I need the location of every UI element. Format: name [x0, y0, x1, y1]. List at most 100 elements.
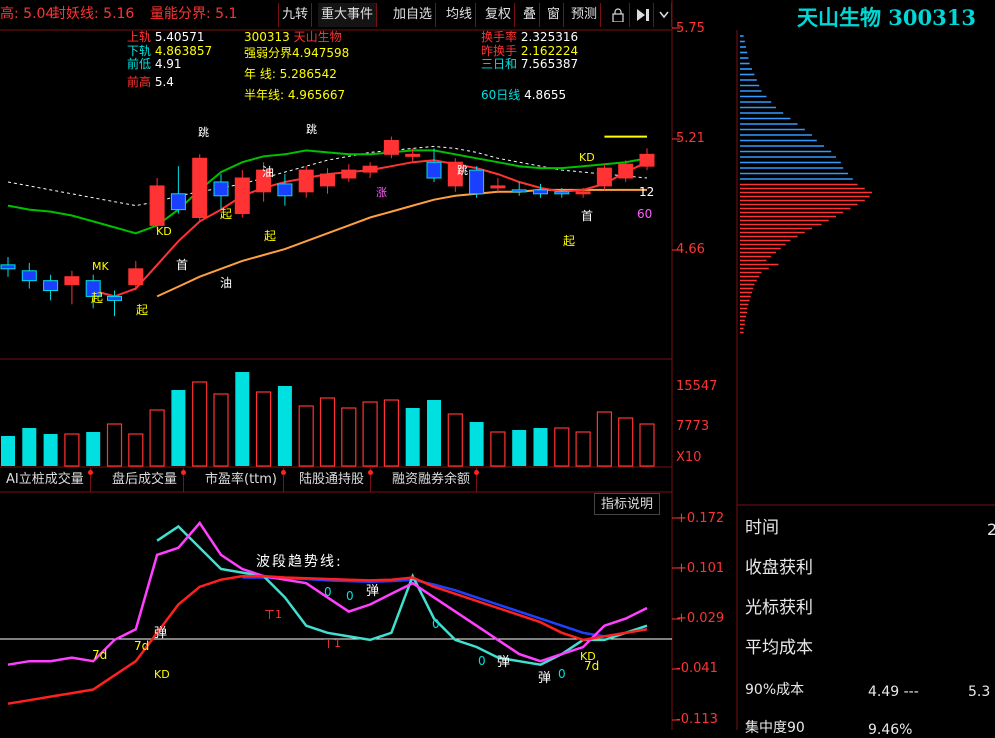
info-name: 天山生物 [293, 30, 342, 44]
tab-label: AI立桩成交量 [6, 472, 84, 487]
nav-forward-icon[interactable] [632, 3, 654, 27]
info-prev-low-label: 前低 [127, 57, 152, 71]
toolbar-button-rights[interactable]: 复权 [482, 3, 516, 27]
volume-bar [106, 423, 123, 467]
tab-after-hours-volume[interactable]: 盘后成交量 [106, 468, 187, 492]
candle-body [43, 280, 59, 292]
marker-you: 油 [220, 276, 233, 290]
volume-bar [533, 428, 548, 466]
rp-cursor-profit-label: 光标获利 [745, 598, 813, 618]
tab-dot-icon [281, 470, 287, 475]
indicator-cyan-line [156, 524, 648, 666]
indicator-marker-zero: 0 [478, 654, 486, 668]
rp-cost90-value: 4.49 --- [868, 684, 919, 700]
marker-shou: 首 [176, 258, 189, 272]
candle-body [128, 268, 144, 286]
info-lower-rail: 下轨 4.863857 [127, 44, 212, 58]
info-turnover-value: 2.325316 [520, 30, 579, 44]
marker-qi: 起 [264, 229, 277, 243]
volume-bar [639, 423, 655, 467]
candle-body [341, 169, 357, 179]
candle-body [64, 276, 80, 286]
volume-bar [490, 431, 506, 467]
tab-label: 市盈率(ttm) [205, 472, 278, 487]
volume-bar [1, 436, 15, 466]
high-price-label: 高: 5.04 [0, 6, 55, 22]
volume-bar [596, 411, 613, 467]
info-ma60-label: 60日线 [481, 88, 521, 102]
tab-ai-volume[interactable]: AI立桩成交量 [0, 468, 93, 492]
indicator-marker-zero: 0 [324, 585, 332, 599]
candle-body [575, 191, 591, 195]
tab-label: 融资融券余额 [392, 472, 471, 487]
chart-canvas [0, 0, 995, 730]
indicator-marker-7d: 7d [134, 639, 150, 653]
volume-bar [383, 399, 399, 467]
marker-sixty: 60 [637, 207, 653, 221]
indicator-axis-tick: -0.113 [676, 712, 718, 727]
toolbar-button-jiuzhuan[interactable]: 九转 [278, 3, 313, 27]
info-ma60-value: 4.8655 [524, 88, 567, 102]
rp-time-label: 时间 [745, 518, 779, 538]
chevron-down-icon[interactable] [656, 3, 672, 27]
toolbar-button-window[interactable]: 窗 [544, 3, 565, 27]
toolbar-button-overlay[interactable]: 叠 [520, 3, 541, 27]
rp-close-profit-label: 收盘获利 [745, 558, 813, 578]
candle-body [511, 189, 527, 193]
indicator-marker-zero: 0 [432, 617, 440, 631]
candle-body [21, 270, 37, 282]
lock-icon[interactable] [606, 3, 630, 27]
info-stock-code: 300313 天山生物 [244, 30, 342, 44]
volume-bar [213, 393, 229, 467]
volume-axis-tick: 7773 [676, 419, 710, 434]
rp-cost90-label: 90%成本 [745, 682, 805, 698]
toolbar-button-add-watchlist[interactable]: 加自选 [390, 3, 437, 27]
candle-body [277, 183, 293, 197]
rp-concentration-label: 集中度90 [745, 720, 805, 736]
marker-tiao: 跳 [198, 126, 209, 139]
info-prev-high-value: 5.4 [154, 75, 174, 89]
marker-twelve: 12 [639, 185, 655, 199]
volume-bar [149, 409, 165, 467]
indicator-help-button[interactable]: 指标说明 [594, 493, 661, 515]
info-upper-rail: 上轨 5.40571 [127, 30, 204, 44]
price-axis-tick: 5.75 [676, 21, 705, 36]
volume-bar [22, 428, 37, 466]
rp-time-value: 2 [987, 520, 995, 539]
candle-body [320, 173, 335, 187]
candle-body [383, 140, 399, 155]
info-three-day: 三日和 7.565387 [481, 57, 578, 71]
marker-qi: 起 [563, 234, 576, 248]
toolbar-button-ma[interactable]: 均线 [443, 3, 477, 27]
candle-body [0, 264, 16, 270]
info-prev-high: 前高 5.4 [127, 75, 174, 89]
indicator-marker-zero: 0 [558, 667, 566, 681]
marker-tiao: 跳 [306, 123, 317, 136]
candle-body [618, 163, 634, 179]
tab-margin-balance[interactable]: 融资融券余额 [386, 468, 480, 492]
tab-pe-ttm[interactable]: 市盈率(ttm) [199, 468, 287, 492]
info-half-year-line: 半年线: 4.965667 [244, 88, 346, 102]
candle-body [405, 153, 421, 157]
tab-northbound-holdings[interactable]: 陆股通持股 [293, 468, 374, 492]
indicator-marker-yi: ㄒ1 [323, 637, 341, 650]
indicator-marker-dan: 弹 [538, 671, 552, 686]
volume-bar [171, 390, 186, 466]
info-prev-turnover: 昨换手 2.162224 [481, 44, 578, 58]
candle-body [192, 157, 208, 218]
toolbar-button-major-events[interactable]: 重大事件 [318, 3, 378, 27]
candle-body [533, 189, 548, 195]
info-three-day-label: 三日和 [481, 57, 518, 71]
candle-body [170, 193, 186, 211]
volume-bar [64, 433, 80, 467]
info-lower-rail-value: 4.863857 [154, 44, 213, 58]
info-lower-rail-label: 下轨 [127, 44, 152, 58]
marker-shou: 首 [581, 209, 594, 223]
volume-bar [618, 417, 634, 467]
marker-zhang: 涨 [376, 186, 387, 199]
toolbar-button-forecast[interactable]: 预测 [568, 3, 602, 27]
volume-bar [447, 413, 463, 467]
indicator-axis-tick: +0.029 [676, 611, 725, 626]
info-turnover-label: 换手率 [481, 30, 518, 44]
marker-mk: MK [92, 260, 109, 273]
